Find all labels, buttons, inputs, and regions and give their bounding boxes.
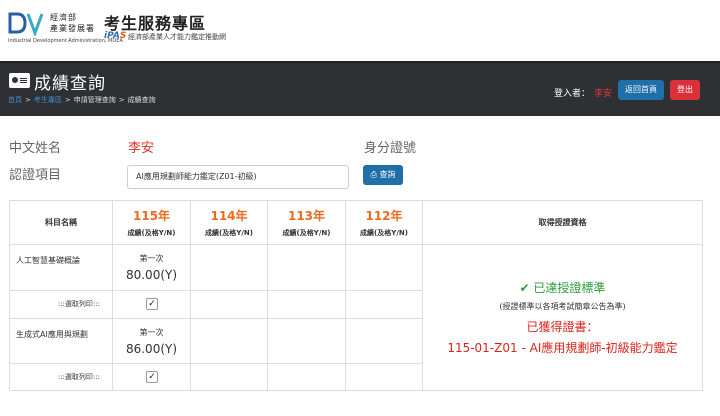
print-checkbox[interactable]: ✓	[146, 371, 158, 383]
query-button[interactable]: ⎙ 查詢	[363, 165, 403, 185]
name-value: 李安	[128, 141, 155, 156]
table-header-result: 取得授證資格	[423, 201, 703, 245]
table-header-year: 113年成績(及格Y/N)	[268, 201, 346, 245]
query-button-label: 查詢	[379, 170, 396, 179]
cert-item-label: 認證項目	[9, 168, 62, 183]
breadcrumb-current: 成績查詢	[127, 96, 156, 104]
login-label: 登入者：	[554, 89, 591, 99]
id-card-icon	[9, 73, 30, 88]
table-header-result-label: 取得授證資格	[538, 218, 587, 227]
score-value: 80.00(Y)	[125, 268, 178, 282]
print-select-cell: ✓	[113, 364, 191, 391]
year-sublabel: 成績(及格Y/N)	[360, 229, 408, 237]
score-table: 科目名稱 115年成績(及格Y/N) 114年成績(及格Y/N) 113年成績(…	[9, 200, 703, 391]
year-sublabel: 成績(及格Y/N)	[127, 229, 176, 237]
print-select-label: :::選取列印:::	[10, 364, 113, 391]
print-checkbox[interactable]: ✓	[146, 298, 158, 310]
score-cell-empty	[346, 245, 423, 291]
attempt-label: 第一次	[139, 328, 164, 337]
result-status-text: 已達授證標準	[533, 281, 606, 295]
page-title: 成績查詢	[34, 74, 106, 94]
score-cell-empty	[191, 245, 268, 291]
print-cell-empty	[191, 291, 268, 319]
print-cell-empty	[346, 291, 423, 319]
result-note: (授證標準以各項考試簡章公告為準)	[499, 302, 626, 311]
year-label: 115年	[132, 209, 171, 223]
logout-button[interactable]: 登出	[670, 80, 700, 100]
score-cell: 第一次 80.00(Y)	[113, 245, 191, 291]
login-user: 李安	[594, 89, 613, 99]
result-status: ✔ 已達授證標準	[520, 279, 606, 296]
year-label: 114年	[210, 209, 248, 223]
score-cell-empty	[191, 319, 268, 364]
breadcrumb-separator: >	[25, 96, 31, 104]
attempt-label: 第一次	[139, 254, 164, 263]
score-cell-empty	[268, 319, 346, 364]
breadcrumb-candidate-zone[interactable]: 考生專區	[34, 96, 62, 104]
cert-item-select[interactable]: AI應用規劃師能力鑑定(Z01-初級)	[127, 165, 349, 189]
subject-name: 生成式AI應用與規劃	[10, 319, 113, 364]
result-cert-name: 115-01-Z01 - AI應用規劃師-初級能力鑑定	[447, 341, 678, 355]
org-name-line1: 經濟部	[50, 13, 77, 22]
ipas-logo-text-b: S	[119, 31, 127, 41]
check-icon: ✔	[519, 281, 534, 295]
score-value: 86.00(Y)	[125, 342, 178, 356]
breadcrumb-application-query: 申請管理查詢	[73, 96, 116, 104]
org-name: 經濟部 產業發展署	[50, 12, 95, 34]
breadcrumb-separator: >	[64, 96, 71, 104]
print-cell-empty	[191, 364, 268, 391]
year-sublabel: 成績(及格Y/N)	[282, 229, 331, 237]
ida-logo-icon	[8, 12, 44, 36]
table-header-year: 114年成績(及格Y/N)	[191, 201, 268, 245]
breadcrumb-separator: >	[118, 96, 125, 104]
table-header-year: 115年成績(及格Y/N)	[113, 201, 191, 245]
ipas-subtitle: 經濟部產業人才能力鑑定推動網	[128, 33, 226, 41]
ipas-logo: iPAS	[104, 31, 126, 41]
score-cell: 第一次 86.00(Y)	[113, 319, 191, 364]
home-button[interactable]: 返回首頁	[618, 80, 664, 100]
print-select-cell: ✓	[113, 291, 191, 319]
id-number-label: 身分證號	[364, 141, 417, 156]
year-label: 113年	[287, 209, 326, 223]
year-label: 112年	[365, 209, 403, 223]
result-cert-label: 已獲得證書：	[526, 320, 599, 334]
ipas-logo-text-a: iPA	[104, 31, 120, 41]
score-cell-empty	[268, 245, 346, 291]
title-bar-border	[0, 61, 720, 63]
print-select-label: :::選取列印:::	[10, 291, 113, 319]
score-cell-empty	[346, 319, 423, 364]
result-cell: ✔ 已達授證標準 (授證標準以各項考試簡章公告為準) 已獲得證書： 115-01…	[423, 245, 703, 391]
breadcrumb: 首頁 > 考生專區 > 申請管理查詢 > 成績查詢	[8, 95, 156, 105]
table-header-year: 112年成績(及格Y/N)	[346, 201, 423, 245]
print-cell-empty	[346, 364, 423, 391]
breadcrumb-home[interactable]: 首頁	[8, 96, 22, 104]
login-info: 登入者： 李安	[554, 86, 612, 99]
name-label: 中文姓名	[9, 141, 62, 156]
site-header: 經濟部 產業發展署 Industrial Development Adminis…	[0, 0, 720, 60]
subject-name: 人工智慧基礎概論	[10, 245, 113, 291]
table-header-subject: 科目名稱	[10, 201, 113, 245]
print-cell-empty	[268, 291, 346, 319]
org-name-line2: 產業發展署	[50, 24, 95, 33]
table-header-subject-label: 科目名稱	[45, 218, 77, 227]
print-cell-empty	[268, 364, 346, 391]
year-sublabel: 成績(及格Y/N)	[205, 229, 253, 237]
